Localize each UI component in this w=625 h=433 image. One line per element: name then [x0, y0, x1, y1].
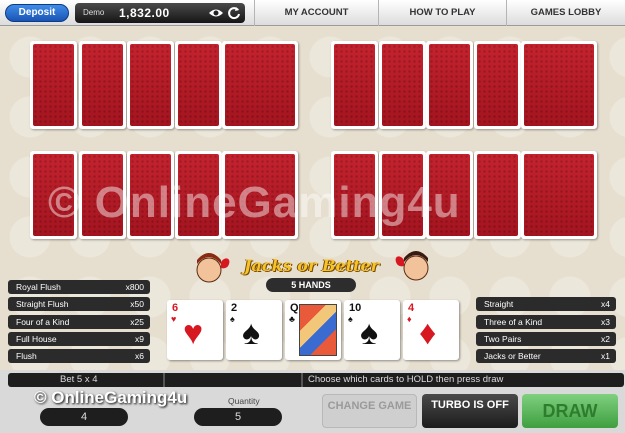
card-back	[331, 41, 378, 129]
draw-button[interactable]: DRAW	[522, 394, 618, 428]
card-back	[474, 151, 521, 239]
paytable-row: Flush x6	[8, 349, 150, 363]
card-suit-small: ♠	[230, 314, 235, 324]
eye-icon[interactable]	[208, 7, 224, 19]
bet-summary: Bet 5 x 4	[60, 374, 98, 385]
diamond-icon: ♦	[419, 314, 437, 352]
card-rank: 4	[408, 302, 415, 314]
card-back	[79, 41, 126, 129]
card-back	[521, 151, 597, 239]
balance-amount: 1,832.00	[119, 6, 170, 20]
paytable-row: Straight x4	[476, 297, 616, 311]
paytable-row: Royal Flush x800	[8, 280, 150, 294]
paytable-multiplier: x25	[130, 317, 144, 327]
card-rank: 2	[231, 302, 238, 314]
queen-face-icon	[395, 251, 429, 281]
mode-label: Demo	[83, 8, 105, 17]
nav-games-lobby[interactable]: GAMES LOBBY	[506, 0, 625, 26]
dealt-card[interactable]: 2 ♠ ♠	[226, 300, 282, 360]
spade-icon: ♠	[242, 314, 261, 352]
card-suit-small: ♥	[171, 314, 177, 324]
balance-display: Demo 1,832.00	[75, 3, 245, 23]
divider	[163, 373, 165, 387]
card-rank: 10	[349, 302, 362, 314]
card-back	[426, 41, 473, 129]
dealt-card[interactable]: 4 ♦ ♦	[403, 300, 459, 360]
status-message: Choose which cards to HOLD then press dr…	[308, 374, 504, 385]
paytable-row: Full House x9	[8, 332, 150, 346]
card-suit-small: ♠	[348, 314, 353, 324]
card-back	[521, 41, 597, 129]
spade-icon: ♠	[360, 314, 379, 352]
card-rank: Q	[290, 302, 299, 314]
quantity-stepper[interactable]: 5	[194, 408, 282, 426]
paytable-row: Straight Flush x50	[8, 297, 150, 311]
bet-stepper[interactable]: 4	[40, 408, 128, 426]
paytable-hand-name: Two Pairs	[484, 334, 522, 344]
change-game-button[interactable]: CHANGE GAME	[322, 394, 417, 428]
paytable-hand-name: Straight	[484, 299, 514, 309]
paytable-multiplier: x50	[130, 299, 144, 309]
dealt-card[interactable]: Q ♣	[285, 300, 341, 360]
paytable-hand-name: Straight Flush	[16, 299, 69, 309]
card-suit-small: ♦	[407, 314, 412, 324]
paytable-row: Two Pairs x2	[476, 332, 616, 346]
center-watermark: © OnlineGaming4u	[48, 178, 461, 227]
paytable-hand-name: Jacks or Better	[484, 351, 541, 361]
paytable-multiplier: x800	[125, 282, 144, 292]
paytable-multiplier: x6	[135, 351, 144, 361]
turbo-button[interactable]: TURBO IS OFF	[422, 394, 518, 428]
paytable-hand-name: Four of a Kind	[16, 317, 70, 327]
paytable-multiplier: x3	[601, 317, 610, 327]
card-back	[175, 41, 222, 129]
quantity-label: Quantity	[228, 396, 260, 406]
paytable-multiplier: x1	[601, 351, 610, 361]
paytable-row: Three of a Kind x3	[476, 315, 616, 329]
card-suit-small: ♣	[289, 314, 295, 324]
top-bar: Deposit Demo 1,832.00 MY ACCOUNT HOW TO …	[0, 0, 625, 26]
deposit-button[interactable]: Deposit	[5, 4, 69, 22]
card-back	[474, 41, 521, 129]
game-title-text: Jacks or Better	[243, 256, 380, 275]
paytable-hand-name: Full House	[16, 334, 57, 344]
watermark: © OnlineGaming4u	[34, 388, 188, 407]
nav-my-account[interactable]: MY ACCOUNT	[254, 0, 378, 26]
paytable-multiplier: x2	[601, 334, 610, 344]
card-back	[30, 41, 77, 129]
dealt-card[interactable]: 6 ♥ ♥	[167, 300, 223, 360]
nav-how-to-play[interactable]: HOW TO PLAY	[378, 0, 506, 26]
dealt-card[interactable]: 10 ♠ ♠	[344, 300, 400, 360]
card-rank: 6	[172, 302, 179, 314]
card-back	[222, 41, 298, 129]
paytable-hand-name: Royal Flush	[16, 282, 61, 292]
paytable-row: Four of a Kind x25	[8, 315, 150, 329]
queen-portrait-icon	[299, 304, 337, 356]
paytable-hand-name: Flush	[16, 351, 37, 361]
hands-badge: 5 HANDS	[266, 278, 356, 292]
paytable-multiplier: x4	[601, 299, 610, 309]
divider	[301, 373, 303, 387]
paytable-multiplier: x9	[135, 334, 144, 344]
card-back	[379, 41, 426, 129]
heart-icon: ♥	[183, 314, 204, 352]
paytable-hand-name: Three of a Kind	[484, 317, 543, 327]
paytable-row: Jacks or Better x1	[476, 349, 616, 363]
refresh-icon[interactable]	[227, 6, 241, 20]
card-back	[127, 41, 174, 129]
